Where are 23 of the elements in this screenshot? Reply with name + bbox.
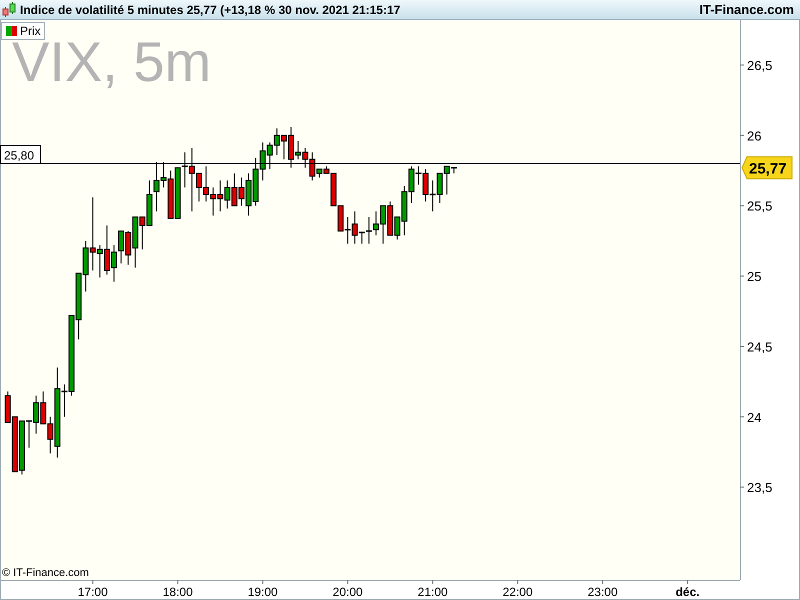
axis-label: 25 <box>747 269 762 284</box>
axis-label: 19:00 <box>248 585 278 599</box>
axis-label: 23:00 <box>588 585 618 599</box>
axis-label: 21:00 <box>418 585 448 599</box>
ref-line-label: 25,80 <box>4 148 34 163</box>
chart-title: Indice de volatilité 5 minutes 25,77 (+13,18 % 30 nov. 2021 21:15:17 <box>20 2 402 16</box>
axis-label: 24,5 <box>747 339 772 354</box>
legend-swatch-icon <box>6 26 17 36</box>
candlestick-icon <box>2 2 16 18</box>
axis-label: 24 <box>747 410 762 425</box>
axis-label: 22:00 <box>502 585 533 599</box>
axis-label: déc. <box>676 585 700 599</box>
brand-name: IT-Finance.com <box>699 2 794 17</box>
axis-label: 18:00 <box>162 585 193 599</box>
price-tag: 25,77 <box>741 156 792 180</box>
axis-label: 23,5 <box>747 480 772 496</box>
reference-line-label: 25,80 <box>0 145 41 164</box>
copyright-text: © IT-Finance.com <box>2 567 89 579</box>
axis-label: 26,5 <box>747 58 772 74</box>
axis-label: 25,5 <box>747 198 772 214</box>
axis-label: 26 <box>747 128 762 144</box>
axis-label: 17:00 <box>78 585 108 599</box>
axis-label: 20:00 <box>332 585 363 599</box>
